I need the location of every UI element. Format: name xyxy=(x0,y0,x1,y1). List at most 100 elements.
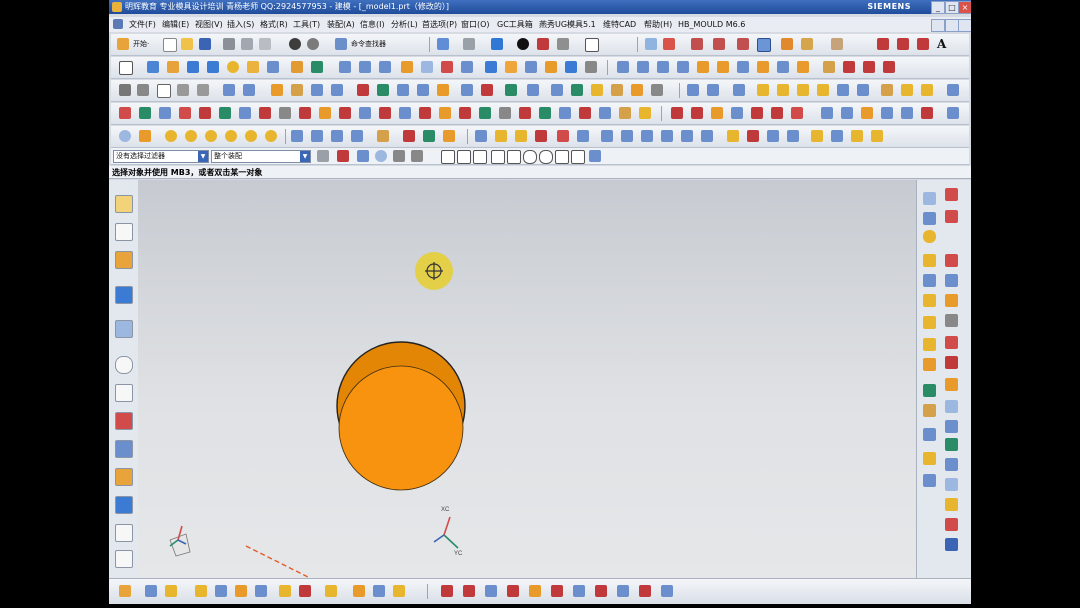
save-icon[interactable] xyxy=(199,38,211,50)
sync-pull-face-icon[interactable] xyxy=(637,61,649,73)
mold-tool-40-icon[interactable] xyxy=(921,107,933,119)
edge-blend-icon[interactable] xyxy=(401,61,413,73)
rotate-view-icon[interactable] xyxy=(463,38,475,50)
mold-tool-26-icon[interactable] xyxy=(619,107,631,119)
mold-tool-3-icon[interactable] xyxy=(159,107,171,119)
bottom-tool-7-icon[interactable] xyxy=(255,585,267,597)
manufacturing-wizard-icon[interactable] xyxy=(115,440,133,458)
start-icon[interactable] xyxy=(117,38,129,50)
through-mesh-icon[interactable] xyxy=(197,84,209,96)
global-shaping-icon[interactable] xyxy=(527,84,539,96)
right-tool-28-icon[interactable] xyxy=(945,478,958,491)
redo-icon[interactable] xyxy=(307,38,319,50)
hd3d-tools-icon[interactable] xyxy=(115,320,133,338)
mold-tool-1-icon[interactable] xyxy=(119,107,131,119)
bottom-tool-24-icon[interactable] xyxy=(661,585,673,597)
mold-tool-30-icon[interactable] xyxy=(711,107,723,119)
right-tool-7-icon[interactable] xyxy=(945,254,958,267)
cylinder-icon[interactable] xyxy=(207,61,219,73)
close-button[interactable]: × xyxy=(958,1,971,14)
render-style-icon[interactable] xyxy=(537,38,549,50)
mold-tool-5-icon[interactable] xyxy=(199,107,211,119)
mold-tool-2-icon[interactable] xyxy=(139,107,151,119)
mold-tool-27-icon[interactable] xyxy=(639,107,651,119)
mold-tool-17-icon[interactable] xyxy=(439,107,451,119)
mold-tool-15-icon[interactable] xyxy=(399,107,411,119)
doc-restore-button[interactable] xyxy=(945,19,959,32)
paste-icon[interactable] xyxy=(259,38,271,50)
right-tool-25-icon[interactable] xyxy=(923,452,936,465)
pocket-icon[interactable] xyxy=(291,61,303,73)
text-icon[interactable]: A xyxy=(937,38,949,50)
system-materials-icon[interactable] xyxy=(115,384,133,402)
utility-copy-icon[interactable] xyxy=(443,130,455,142)
web-browser-icon[interactable] xyxy=(115,524,133,542)
play-icon[interactable] xyxy=(377,130,389,142)
show-all-icon[interactable] xyxy=(375,150,387,162)
extension-icon[interactable] xyxy=(311,84,323,96)
mold-tool-33-icon[interactable] xyxy=(771,107,783,119)
menu-format[interactable]: 格式(R) xyxy=(260,17,288,32)
curve-on-surface-icon[interactable] xyxy=(823,61,835,73)
utility-align-icon[interactable] xyxy=(681,130,693,142)
light-bulb-4-icon[interactable] xyxy=(225,130,237,142)
menu-preferences[interactable]: 首选项(P) xyxy=(422,17,457,32)
menu-insert[interactable]: 插入(S) xyxy=(227,17,254,32)
offset-face-icon[interactable] xyxy=(485,61,497,73)
utility-clear-icon[interactable] xyxy=(747,130,759,142)
unite-icon[interactable] xyxy=(339,61,351,73)
utility-snap-icon[interactable] xyxy=(403,130,415,142)
utility-grid-icon[interactable] xyxy=(767,130,779,142)
mold-tool-29-icon[interactable] xyxy=(691,107,703,119)
divide-face-icon[interactable] xyxy=(551,84,563,96)
cut-icon[interactable] xyxy=(223,38,235,50)
right-tool-17-icon[interactable] xyxy=(945,356,958,369)
cylinder-model[interactable] xyxy=(336,341,466,491)
bottom-tool-19-icon[interactable] xyxy=(551,585,563,597)
right-tool-14-icon[interactable] xyxy=(923,338,936,351)
patch-icon[interactable] xyxy=(397,84,409,96)
intersection-curve-icon[interactable] xyxy=(883,61,895,73)
mold-tool-16-icon[interactable] xyxy=(419,107,431,119)
wcs-icon[interactable] xyxy=(663,38,675,50)
more-features-icon[interactable] xyxy=(585,61,597,73)
part-navigator-icon[interactable] xyxy=(115,251,133,269)
bridge-curve-icon[interactable] xyxy=(843,61,855,73)
boss-icon[interactable] xyxy=(267,61,279,73)
menu-help[interactable]: 帮助(H) xyxy=(644,17,672,32)
menu-information[interactable]: 信息(I) xyxy=(360,17,385,32)
select-rect-icon[interactable] xyxy=(411,150,423,162)
sync-replace-face-icon[interactable] xyxy=(677,61,689,73)
mold-tool-37-icon[interactable] xyxy=(861,107,873,119)
bottom-tool-4-icon[interactable] xyxy=(195,585,207,597)
mold-tool-28-icon[interactable] xyxy=(671,107,683,119)
mirror-icon[interactable] xyxy=(565,61,577,73)
sync-pattern-face-icon[interactable] xyxy=(797,61,809,73)
right-tool-26-icon[interactable] xyxy=(945,458,958,471)
bottom-tool-23-icon[interactable] xyxy=(639,585,651,597)
mold-tool-7-icon[interactable] xyxy=(239,107,251,119)
menu-edit[interactable]: 编辑(E) xyxy=(162,17,189,32)
show-hide-icon[interactable] xyxy=(119,130,131,142)
electrode-icon[interactable] xyxy=(947,84,959,96)
select-arrow-icon[interactable] xyxy=(757,38,771,52)
dimension-icon[interactable] xyxy=(737,38,749,50)
start-button[interactable]: 开始· xyxy=(133,37,149,51)
right-tool-5-icon[interactable] xyxy=(923,230,936,243)
menu-window[interactable]: 窗口(O) xyxy=(461,17,490,32)
utility-measure-icon[interactable] xyxy=(701,130,713,142)
utility-layer-icon[interactable] xyxy=(475,130,487,142)
light-bulb-3-icon[interactable] xyxy=(205,130,217,142)
right-tool-6-icon[interactable] xyxy=(923,254,936,267)
mold-tool-20-icon[interactable] xyxy=(499,107,511,119)
bottom-tool-18-icon[interactable] xyxy=(529,585,541,597)
snap-intersection-icon[interactable] xyxy=(507,150,521,164)
wave-linker-icon[interactable] xyxy=(687,84,699,96)
check-geometry-icon[interactable] xyxy=(571,84,583,96)
n-sided-surface-icon[interactable] xyxy=(271,84,283,96)
snap-endpoint-icon[interactable] xyxy=(457,150,471,164)
shell-icon[interactable] xyxy=(441,61,453,73)
utility-table-icon[interactable] xyxy=(811,130,823,142)
utility-lock-icon[interactable] xyxy=(727,130,739,142)
right-tool-2-icon[interactable] xyxy=(945,188,958,201)
